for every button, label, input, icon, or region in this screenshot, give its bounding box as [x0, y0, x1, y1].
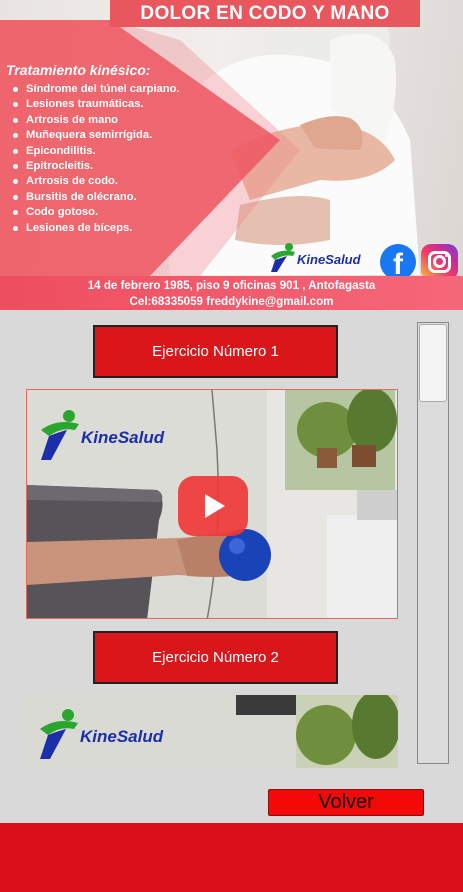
kinesalud-figure-icon: [41, 410, 79, 460]
footer-bar: [0, 823, 463, 892]
treatment-item: Epicondilitis.: [12, 144, 180, 159]
video-logo-text: KineSalud: [80, 727, 164, 746]
treatment-heading: Tratamiento kinésico:: [6, 62, 151, 78]
play-button-icon[interactable]: [178, 476, 248, 536]
treatment-item: Lesiones de bíceps.: [12, 221, 180, 236]
exercise-1-video[interactable]: KineSalud: [26, 389, 398, 619]
exercise-2-button[interactable]: Ejercicio Número 2: [93, 631, 338, 684]
scrollbar-thumb[interactable]: [419, 324, 447, 402]
banner-title: DOLOR EN CODO Y MANO: [110, 0, 420, 27]
contact-text: Cel:68335059 freddykine@gmail.com: [129, 295, 334, 308]
treatment-item: Lesiones traumáticas.: [12, 97, 180, 112]
treatment-item: Codo gotoso.: [12, 205, 180, 220]
video-logo-text: KineSalud: [81, 428, 165, 447]
kinesalud-figure-icon: [40, 709, 78, 759]
treatment-list: Síndrome del túnel carpiano. Lesiones tr…: [12, 82, 180, 236]
instagram-icon[interactable]: [421, 244, 458, 280]
kinesalud-figure-icon: [271, 243, 295, 272]
treatment-item: Epitrocleitis.: [12, 159, 180, 174]
kinesalud-logo: KineSalud: [265, 242, 377, 274]
treatment-item: Muñequera semirrígida.: [12, 128, 180, 143]
header-banner: DOLOR EN CODO Y MANO Tratamiento kinésic…: [0, 0, 463, 310]
treatment-item: Artrosis de mano: [12, 113, 180, 128]
address-text: 14 de febrero 1985, piso 9 oficinas 901 …: [87, 279, 376, 292]
treatment-item: Síndrome del túnel carpiano.: [12, 82, 180, 97]
back-button[interactable]: Volver: [268, 789, 424, 816]
treatment-item: Bursitis de olécrano.: [12, 190, 180, 205]
video-logo: KineSalud: [35, 408, 185, 468]
video-logo: KineSalud: [34, 707, 184, 767]
exercise-2-video[interactable]: KineSalud: [26, 695, 398, 768]
treatment-item: Artrosis de codo.: [12, 174, 180, 189]
exercise-1-button[interactable]: Ejercicio Número 1: [93, 325, 338, 378]
facebook-icon[interactable]: f: [380, 244, 416, 281]
logo-text: KineSalud: [297, 252, 361, 267]
scrollbar[interactable]: [417, 322, 449, 764]
